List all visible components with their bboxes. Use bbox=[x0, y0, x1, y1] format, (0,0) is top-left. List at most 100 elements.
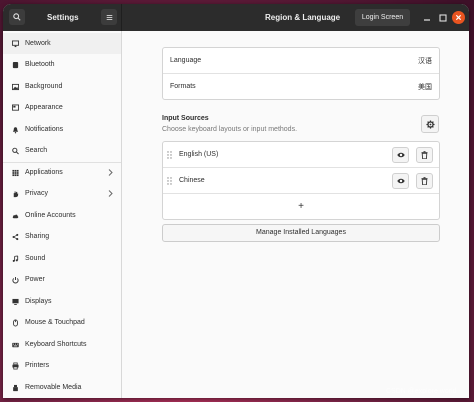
sidebar-item-label: Sound bbox=[25, 255, 46, 262]
sidebar-item-label: Sharing bbox=[25, 233, 50, 240]
share-icon bbox=[12, 233, 19, 240]
sidebar-item-label: Applications bbox=[25, 169, 63, 176]
sidebar-item-printers[interactable]: Printers bbox=[3, 355, 121, 376]
sidebar-item-notifications[interactable]: Notifications bbox=[3, 119, 121, 140]
input-source-row[interactable]: English (US) bbox=[163, 142, 439, 167]
watermark: CSDN @explore world bbox=[386, 388, 457, 395]
sidebar-item-label: Appearance bbox=[25, 104, 63, 111]
region-card: Language 汉语 Formats 美国 bbox=[162, 47, 440, 100]
maximize-button[interactable] bbox=[436, 11, 449, 24]
sidebar-item-label: Privacy bbox=[25, 190, 48, 197]
sidebar-item-label: Printers bbox=[25, 362, 50, 369]
sidebar-item-label: Bluetooth bbox=[25, 61, 55, 68]
bluetooth-icon bbox=[12, 61, 19, 68]
sidebar-item-label: Network bbox=[25, 40, 51, 47]
display-icon bbox=[12, 298, 19, 305]
sidebar: Network Bluetooth Background Appearance … bbox=[3, 31, 122, 398]
apps-grid-icon bbox=[12, 169, 19, 176]
input-source-label: Chinese bbox=[179, 177, 205, 184]
close-icon bbox=[455, 14, 462, 21]
printer-icon bbox=[12, 362, 19, 369]
sidebar-item-label: Search bbox=[25, 147, 48, 154]
sidebar-item-mouse-touchpad[interactable]: Mouse & Touchpad bbox=[3, 312, 121, 333]
power-icon bbox=[12, 276, 19, 283]
sidebar-item-background[interactable]: Background bbox=[3, 76, 121, 97]
sidebar-item-applications[interactable]: Applications bbox=[3, 162, 121, 183]
media-icon bbox=[12, 384, 19, 391]
login-screen-button[interactable]: Login Screen bbox=[355, 9, 410, 26]
minimize-icon bbox=[423, 18, 430, 21]
sidebar-item-label: Mouse & Touchpad bbox=[25, 319, 85, 326]
remove-source-button[interactable] bbox=[416, 173, 433, 189]
language-value: 汉语 bbox=[418, 57, 432, 65]
search-button[interactable] bbox=[9, 9, 25, 25]
input-source-row[interactable]: Chinese bbox=[163, 168, 439, 193]
eye-icon bbox=[396, 178, 405, 184]
keyboard-icon bbox=[12, 341, 19, 348]
header-bar: Settings Region & Language Login Screen bbox=[3, 4, 469, 31]
music-note-icon bbox=[12, 255, 19, 262]
sidebar-item-removable-media[interactable]: Removable Media bbox=[3, 377, 121, 398]
hamburger-menu-icon bbox=[106, 14, 112, 20]
background-icon bbox=[12, 83, 19, 90]
search-icon bbox=[13, 13, 21, 21]
close-button[interactable] bbox=[452, 11, 465, 24]
language-row[interactable]: Language 汉语 bbox=[163, 48, 439, 73]
manage-installed-languages-button[interactable]: Manage Installed Languages bbox=[162, 224, 440, 242]
formats-row[interactable]: Formats 美国 bbox=[163, 74, 439, 99]
sidebar-item-label: Power bbox=[25, 276, 45, 283]
sidebar-item-keyboard-shortcuts[interactable]: Keyboard Shortcuts bbox=[3, 334, 121, 355]
appearance-icon bbox=[12, 104, 19, 111]
network-icon bbox=[12, 40, 19, 47]
sidebar-item-bluetooth[interactable]: Bluetooth bbox=[3, 54, 121, 75]
chevron-right-icon bbox=[108, 190, 113, 197]
add-input-source-button[interactable]: + bbox=[163, 194, 439, 219]
gear-icon bbox=[425, 119, 435, 129]
sidebar-item-label: Removable Media bbox=[25, 384, 82, 391]
page-title: Region & Language bbox=[265, 13, 341, 22]
sidebar-item-privacy[interactable]: Privacy bbox=[3, 183, 121, 204]
sidebar-item-online-accounts[interactable]: Online Accounts bbox=[3, 205, 121, 226]
sidebar-item-power[interactable]: Power bbox=[3, 269, 121, 290]
language-label: Language bbox=[170, 57, 202, 64]
formats-value: 美国 bbox=[418, 83, 432, 91]
bell-icon bbox=[12, 126, 19, 133]
sidebar-item-displays[interactable]: Displays bbox=[3, 291, 121, 312]
settings-window: Settings Region & Language Login Screen … bbox=[3, 4, 469, 398]
search-icon bbox=[12, 147, 19, 154]
sidebar-item-network[interactable]: Network bbox=[3, 33, 121, 54]
preview-layout-button[interactable] bbox=[392, 147, 409, 163]
input-sources-card: English (US) Chinese + bbox=[162, 141, 440, 220]
input-options-button[interactable] bbox=[421, 115, 439, 133]
menu-button[interactable] bbox=[101, 9, 117, 25]
sidebar-item-appearance[interactable]: Appearance bbox=[3, 97, 121, 118]
eye-icon bbox=[396, 152, 405, 158]
remove-source-button[interactable] bbox=[416, 147, 433, 163]
maximize-icon bbox=[438, 13, 447, 22]
trash-icon bbox=[421, 151, 428, 159]
main-content: Language 汉语 Formats 美国 Input Sources Cho… bbox=[122, 31, 469, 398]
sidebar-item-label: Background bbox=[25, 83, 63, 90]
drag-handle-icon[interactable] bbox=[167, 150, 172, 159]
cloud-icon bbox=[12, 212, 19, 219]
preview-layout-button[interactable] bbox=[392, 173, 409, 189]
sidebar-item-label: Online Accounts bbox=[25, 212, 76, 219]
input-source-label: English (US) bbox=[179, 151, 219, 158]
header-left: Settings bbox=[3, 4, 122, 31]
sidebar-item-label: Notifications bbox=[25, 126, 64, 133]
trash-icon bbox=[421, 177, 428, 185]
mouse-icon bbox=[12, 319, 19, 326]
sidebar-item-label: Keyboard Shortcuts bbox=[25, 341, 87, 348]
app-title: Settings bbox=[47, 13, 79, 22]
sidebar-item-search[interactable]: Search bbox=[3, 140, 121, 161]
sidebar-item-label: Displays bbox=[25, 298, 52, 305]
formats-label: Formats bbox=[170, 83, 196, 90]
input-sources-subtitle: Choose keyboard layouts or input methods… bbox=[162, 126, 298, 133]
sidebar-item-sound[interactable]: Sound bbox=[3, 248, 121, 269]
input-sources-title: Input Sources bbox=[162, 115, 209, 122]
hand-icon bbox=[12, 190, 19, 197]
minimize-button[interactable] bbox=[420, 11, 433, 24]
chevron-right-icon bbox=[108, 169, 113, 176]
drag-handle-icon[interactable] bbox=[167, 176, 172, 185]
sidebar-item-sharing[interactable]: Sharing bbox=[3, 226, 121, 247]
